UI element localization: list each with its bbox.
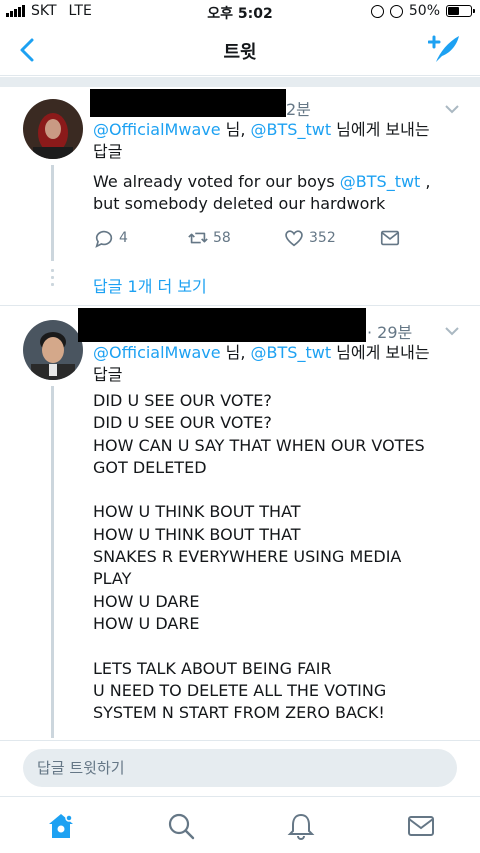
mention-link[interactable]: @OfficialMwave bbox=[93, 343, 221, 362]
battery-percent: 50% bbox=[408, 3, 440, 19]
compose-tweet-icon[interactable] bbox=[428, 34, 460, 64]
reply-count: 4 bbox=[119, 230, 128, 246]
share-button[interactable] bbox=[379, 227, 401, 249]
reply-suffix: 님에게 보내는 bbox=[331, 120, 430, 139]
messages-icon bbox=[408, 816, 434, 836]
section-divider bbox=[0, 77, 480, 87]
tab-search[interactable] bbox=[166, 811, 196, 841]
mention-link[interactable]: @OfficialMwave bbox=[93, 120, 221, 139]
redacted-username bbox=[78, 308, 366, 342]
reply-context: @OfficialMwave 님, @BTS_twt 님에게 보내는 답글 bbox=[93, 119, 453, 163]
tab-bar bbox=[0, 796, 480, 853]
reply-separator: 님, bbox=[220, 120, 251, 139]
nav-bar: 트윗 bbox=[0, 24, 480, 76]
reply-label: 답글 bbox=[93, 365, 123, 384]
tweet-time: 2분 bbox=[286, 100, 311, 119]
search-icon bbox=[168, 813, 195, 840]
tab-home[interactable] bbox=[46, 811, 76, 841]
status-right: 50% bbox=[370, 3, 475, 19]
envelope-icon bbox=[380, 230, 400, 246]
avatar[interactable] bbox=[23, 320, 83, 380]
tweet-card[interactable]: 2분 @OfficialMwave 님, @BTS_twt 님에게 보내는 답글… bbox=[0, 87, 480, 305]
avatar[interactable] bbox=[23, 99, 83, 159]
mention-link[interactable]: @BTS_twt bbox=[340, 172, 421, 191]
tweet-time: · 29분 bbox=[367, 323, 413, 342]
mention-link[interactable]: @BTS_twt bbox=[251, 120, 332, 139]
battery-fill bbox=[448, 7, 459, 15]
tweet-text: DID U SEE OUR VOTE? DID U SEE OUR VOTE? … bbox=[93, 391, 425, 723]
reply-suffix: 님에게 보내는 bbox=[331, 343, 430, 362]
reply-separator: 님, bbox=[220, 343, 251, 362]
reply-icon bbox=[95, 230, 113, 248]
retweet-button[interactable]: 58 bbox=[187, 227, 231, 249]
thread-line bbox=[51, 165, 54, 261]
redacted-username bbox=[90, 89, 286, 117]
chevron-down-icon[interactable] bbox=[444, 325, 460, 337]
tweet-text-part: We already voted for our boys bbox=[93, 172, 340, 191]
home-icon bbox=[49, 814, 73, 838]
tweet-actions: 4 58 352 bbox=[93, 227, 413, 251]
battery-icon bbox=[446, 5, 475, 17]
tweet-card[interactable]: · 29분 @OfficialMwave 님, @BTS_twt 님에게 보내는… bbox=[0, 306, 480, 738]
retweet-icon bbox=[188, 232, 208, 244]
reply-bar bbox=[0, 740, 480, 796]
show-more-replies-link[interactable]: 답글 1개 더 보기 bbox=[93, 273, 207, 297]
status-bar: SKT LTE 오후 5:02 50% bbox=[0, 0, 480, 24]
reply-input[interactable] bbox=[23, 749, 457, 787]
like-count: 352 bbox=[309, 230, 336, 246]
thread-line bbox=[51, 386, 54, 738]
orientation-lock-icon bbox=[370, 4, 384, 18]
reply-context: @OfficialMwave 님, @BTS_twt 님에게 보내는 답글 bbox=[93, 342, 453, 386]
mention-link[interactable]: @BTS_twt bbox=[251, 343, 332, 362]
tab-messages[interactable] bbox=[406, 811, 436, 841]
alarm-icon bbox=[389, 4, 403, 18]
heart-icon bbox=[285, 230, 303, 247]
thread-dots bbox=[51, 269, 54, 290]
reply-button[interactable]: 4 bbox=[93, 227, 128, 249]
chevron-down-icon[interactable] bbox=[444, 103, 460, 115]
like-button[interactable]: 352 bbox=[283, 227, 336, 249]
page-title: 트윗 bbox=[223, 42, 257, 63]
notifications-icon bbox=[287, 813, 315, 840]
tweet-text: We already voted for our boys @BTS_twt ,… bbox=[93, 171, 463, 216]
reply-label: 답글 bbox=[93, 142, 123, 161]
retweet-count: 58 bbox=[213, 230, 231, 246]
tab-notifications[interactable] bbox=[286, 811, 316, 841]
